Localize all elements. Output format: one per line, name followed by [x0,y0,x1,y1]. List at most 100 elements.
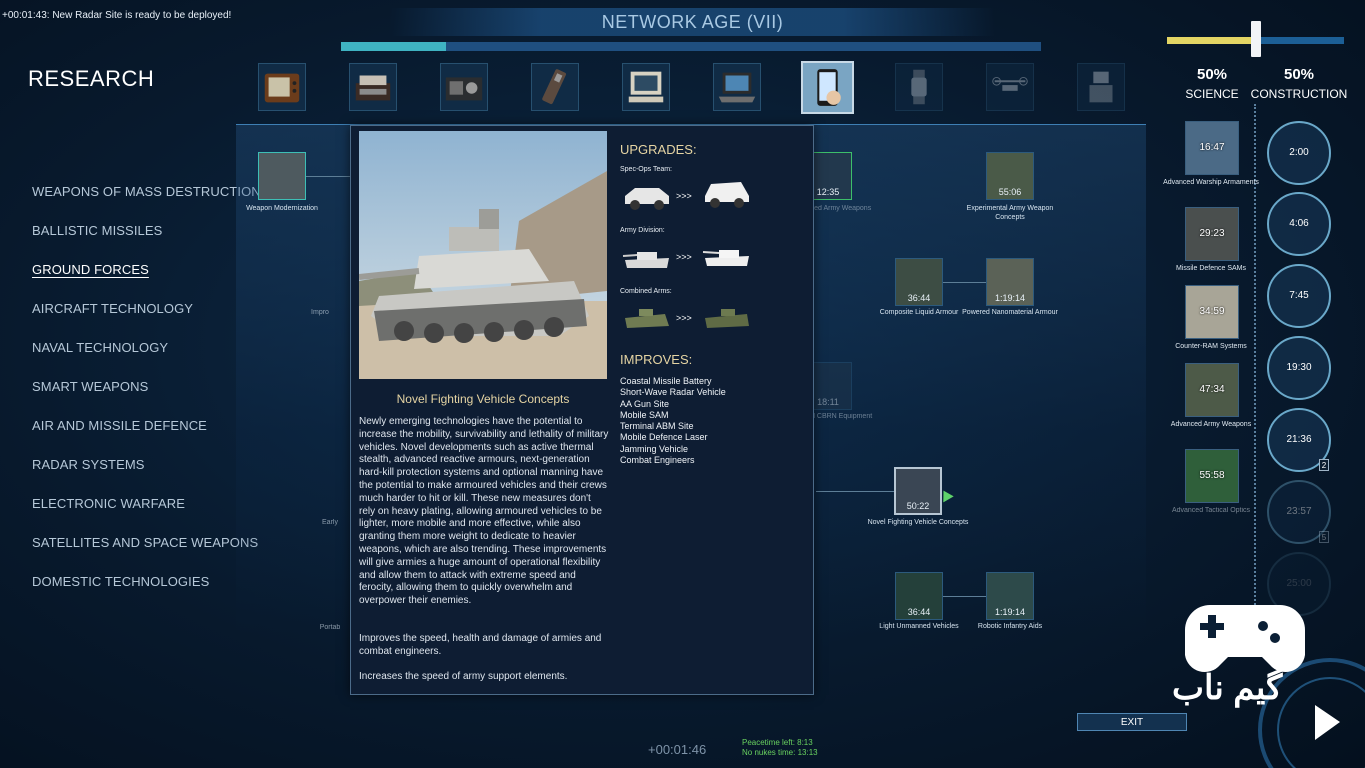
improves-item: Terminal ABM Site [620,421,694,432]
science-percent: 50% [1196,66,1228,83]
tree-connector [816,491,894,492]
improves-list: Coastal Missile Battery Short-Wave Radar… [620,376,726,466]
construction-timer: 7:45 [1289,290,1309,301]
upgrade-label: Spec-Ops Team: [620,166,673,173]
tech-robotic-infantry-aids[interactable]: 1:19:14 [986,572,1034,620]
age-title: NETWORK AGE (VII) [390,8,995,36]
category-ballistic-missiles[interactable]: BALLISTIC MISSILES [32,223,162,238]
category-electronic-warfare[interactable]: ELECTRONIC WARFARE [32,496,185,511]
tech-light-unmanned-vehicles[interactable]: 36:44 [895,572,943,620]
improves-item: Mobile SAM [620,409,669,420]
tech-title: Novel Fighting Vehicle Concepts [396,392,570,406]
queue-label: Advanced Tactical Optics [1171,507,1251,514]
queue-timer: 34:59 [1199,306,1225,317]
category-wmd[interactable]: WEAPONS OF MASS DESTRUCTION [32,184,261,199]
queue-label: Advanced Warship Armaments [1163,179,1259,186]
category-domestic[interactable]: DOMESTIC TECHNOLOGIES [32,574,209,589]
queue-item[interactable]: 34:59 [1185,285,1239,339]
tech-effect-2: Increases the speed of army support elem… [359,671,568,682]
game-clock: +00:01:46 [648,742,707,757]
improves-item: Short-Wave Radar Vehicle [620,387,726,398]
category-aircraft[interactable]: AIRCRAFT TECHNOLOGY [32,301,193,316]
tech-novel-fighting-vehicle[interactable]: 50:22 [894,467,942,515]
tech-description: Newly emerging technologies have the pot… [359,416,609,607]
era-smartwatch-icon[interactable] [895,63,943,111]
upgrade-arrow: >>> [676,252,692,262]
queue-timer: 16:47 [1199,142,1225,153]
tech-experimental-army-weapons[interactable]: 55:06 [986,152,1034,200]
tech-label: Novel Fighting Vehicle Concepts [867,519,969,526]
era-desktop-computer-icon[interactable] [622,63,670,111]
queue-item[interactable]: 29:23 [1185,207,1239,261]
age-progress-fill [341,42,446,51]
era-radio-icon[interactable] [440,63,488,111]
construction-item[interactable]: 4:06 [1267,192,1331,256]
category-smart-weapons[interactable]: SMART WEAPONS [32,379,148,394]
construction-item[interactable]: 19:30 [1267,336,1331,400]
category-naval[interactable]: NAVAL TECHNOLOGY [32,340,168,355]
category-satellites[interactable]: SATELLITES AND SPACE WEAPONS [32,535,258,550]
tech-label: Weapon Modernization [246,205,318,212]
queue-timer: 47:34 [1199,384,1225,395]
peacetime-status: Peacetime left: 8:13 [742,738,813,747]
tech-timer: 55:06 [998,187,1022,197]
modern-ifv-icon [705,309,749,328]
improves-item: Combat Engineers [620,455,695,466]
science-share-fill [1167,37,1256,44]
construction-item[interactable]: 7:45 [1267,264,1331,328]
watermark-text: گیم ناب [1172,669,1283,707]
era-typewriter-icon[interactable] [349,63,397,111]
tech-effect-1: Improves the speed, health and damage of… [359,633,602,657]
tech-powered-nanomaterial-armour[interactable]: 1:19:14 [986,258,1034,306]
construction-timer: 21:36 [1286,434,1312,445]
tank-icon [622,252,669,268]
upgrade-label: Army Division: [620,227,665,234]
armored-car-icon [705,182,749,208]
upgrade-arrow: >>> [676,191,692,201]
science-label: SCIENCE [1185,87,1239,101]
construction-timer: 4:06 [1289,218,1309,229]
queue-label: Missile Defence SAMs [1175,265,1247,272]
tech-timer: 36:44 [907,293,931,303]
construction-timer: 23:57 [1286,506,1312,517]
improves-item: Jamming Vehicle [620,443,689,454]
budget-slider-track[interactable] [1167,21,1344,57]
construction-item[interactable]: 2:00 [1267,121,1331,185]
era-television-icon[interactable] [258,63,306,111]
tech-timer: 36:44 [907,607,931,617]
queue-item[interactable]: 47:34 [1185,363,1239,417]
tech-timer: 50:22 [906,501,930,511]
improves-header: IMPROVES: [620,352,693,367]
improves-item: AA Gun Site [620,398,670,409]
upgrade-arrow: >>> [676,313,692,323]
category-air-missile-defence[interactable]: AIR AND MISSILE DEFENCE [32,418,207,433]
category-radar[interactable]: RADAR SYSTEMS [32,457,145,472]
tech-weapon-modernization[interactable] [258,152,306,200]
queue-label: Counter-RAM Systems [1175,343,1247,350]
era-robot-icon[interactable] [1077,63,1125,111]
upgrade-label: Combined Arms: [620,288,672,295]
construction-timer: 19:30 [1286,362,1312,373]
budget-slider-knob[interactable] [1250,21,1261,57]
construction-timer: 2:00 [1289,147,1309,158]
age-progress-bar [341,42,1041,51]
tech-label: Powered Nanomaterial Armour [962,309,1058,316]
queue-timer: 29:23 [1199,228,1225,239]
era-laptop-icon[interactable] [713,63,761,111]
upgrades-header: UPGRADES: [620,142,697,157]
queue-item[interactable]: 16:47 [1185,121,1239,175]
improves-item: Coastal Missile Battery [620,376,712,386]
modern-tank-icon [702,250,749,266]
tech-composite-liquid-armour[interactable]: 36:44 [895,258,943,306]
tech-label: Experimental Army Weapon Concepts [966,205,1054,221]
era-smartphone-icon[interactable] [801,61,854,114]
era-drone-icon[interactable] [986,63,1034,111]
tree-connector [942,282,988,283]
watermark-logo: گیم ناب [1170,580,1365,768]
category-ground-forces[interactable]: GROUND FORCES [32,262,149,277]
ifv-icon [625,309,669,328]
page-title: RESEARCH [28,66,155,91]
queue-item[interactable]: 55:58 [1185,449,1239,503]
era-brick-phone-icon[interactable] [531,63,579,111]
tree-connector [306,176,352,177]
